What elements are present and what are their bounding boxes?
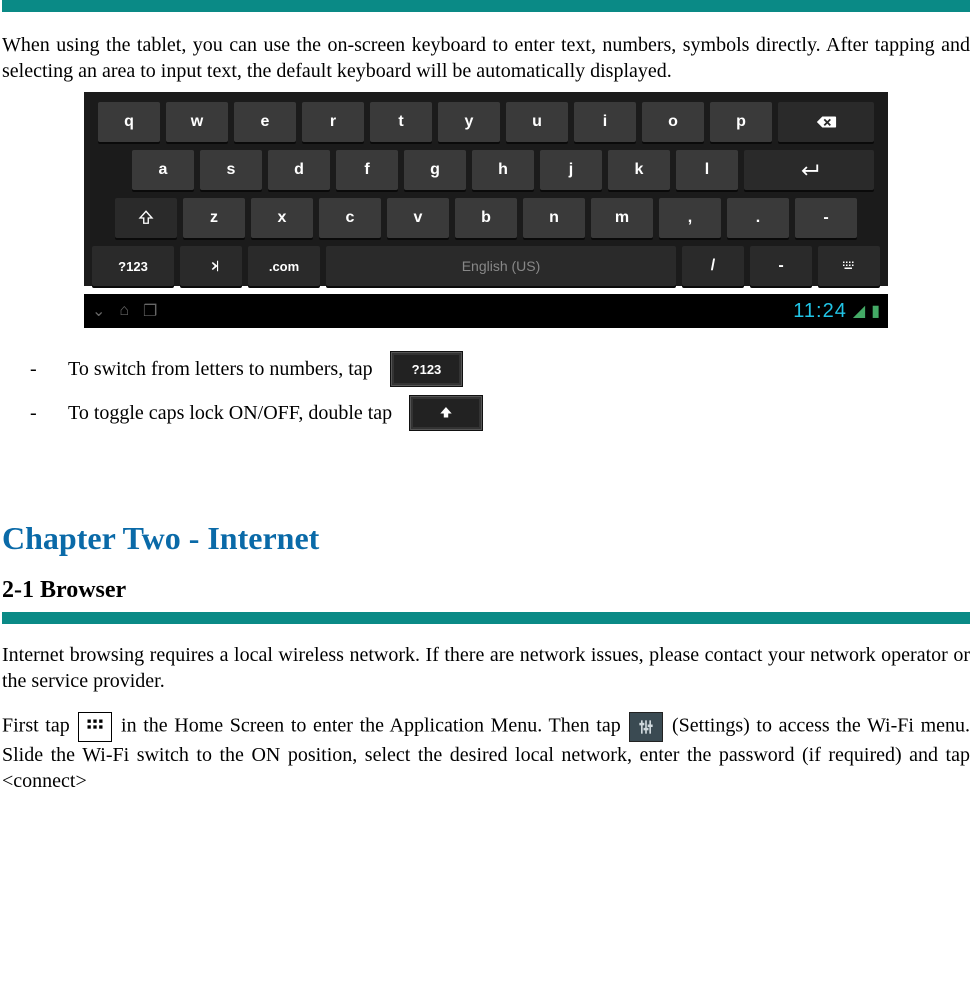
key: r [302,102,364,142]
back-icon: ⌄ [92,301,105,321]
key: f [336,150,398,190]
key: h [472,150,534,190]
key: z [183,198,245,238]
key: / [682,246,744,286]
key: y [438,102,500,142]
browser-intro-paragraph: Internet browsing requires a local wirel… [2,642,970,694]
shift-icon [410,396,482,430]
key [778,102,874,142]
key: .com [248,246,320,286]
key: m [591,198,653,238]
intro-paragraph: When using the tablet, you can use the o… [2,32,970,84]
key: e [234,102,296,142]
tip-1: - To switch from letters to numbers, tap… [30,352,972,386]
key: i [574,102,636,142]
key: k [608,150,670,190]
key: t [370,102,432,142]
key: s [200,150,262,190]
key: - [795,198,857,238]
key [818,246,880,286]
wifi-text-b: in the Home Screen to enter the Applicat… [121,715,627,737]
home-icon: ⌂ [119,302,129,320]
wifi-icon: ◢ [853,301,865,321]
key: l [676,150,738,190]
chapter-title: Chapter Two - Internet [2,520,970,557]
divider-bar-section [2,612,970,624]
settings-icon [629,712,663,742]
numkey-icon: ?123 [391,352,463,386]
key [115,198,177,238]
key: c [319,198,381,238]
tips-list: - To switch from letters to numbers, tap… [30,352,972,430]
key: p [710,102,772,142]
tip-2-text: To toggle caps lock ON/OFF, double tap [68,402,392,425]
section-title: 2-1 Browser [2,577,970,604]
key: g [404,150,466,190]
key: a [132,150,194,190]
bullet-dash: - [30,402,50,425]
key: o [642,102,704,142]
keyboard-screenshot: qwertyuiop asdfghjkl zxcvbnm,.- ?123.com… [84,92,888,328]
wifi-text-a: First tap [2,715,76,737]
key: x [251,198,313,238]
key [180,246,242,286]
key: v [387,198,449,238]
system-bar: ⌄ ⌂ ❐ 11:24 ◢ ▮ [84,294,888,328]
wifi-instructions-paragraph: First tap in the Home Screen to enter th… [2,712,970,794]
key: ?123 [92,246,174,286]
key: b [455,198,517,238]
key: j [540,150,602,190]
key [744,150,874,190]
battery-icon: ▮ [871,301,880,321]
key: d [268,150,330,190]
key: q [98,102,160,142]
divider-bar-top [2,0,970,12]
key: u [506,102,568,142]
key: w [166,102,228,142]
clock: 11:24 [793,300,847,323]
recents-icon: ❐ [143,301,157,321]
tip-1-text: To switch from letters to numbers, tap [68,358,373,381]
key: . [727,198,789,238]
key: n [523,198,585,238]
apps-icon [78,712,112,742]
key: English (US) [326,246,676,286]
key: , [659,198,721,238]
bullet-dash: - [30,358,50,381]
tip-2: - To toggle caps lock ON/OFF, double tap [30,396,972,430]
key: - [750,246,812,286]
